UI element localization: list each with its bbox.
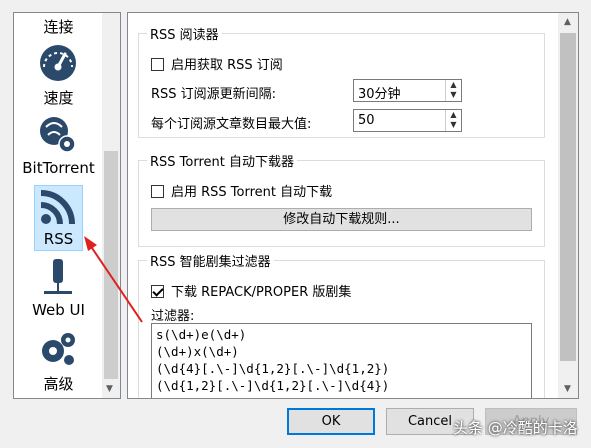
- rss-enable-checkbox-row[interactable]: 启用获取 RSS 订阅: [151, 54, 283, 73]
- smart-filter-group: RSS 智能剧集过滤器 下载 REPACK/PROPER 版剧集 过滤器: s(…: [138, 251, 545, 398]
- spin-down-icon[interactable]: ▼: [446, 120, 461, 130]
- category-list[interactable]: 连接 速度 BitTorrent RSS Web UI 高级 ▼: [13, 12, 121, 399]
- rss-max-articles-spinbox[interactable]: 50 ▲ ▼: [353, 109, 462, 132]
- bittorrent-gears-icon: [40, 117, 76, 153]
- gears-icon: [42, 333, 75, 365]
- ok-button[interactable]: OK: [287, 408, 375, 435]
- rss-interval-spinbox[interactable]: 30分钟 ▲ ▼: [353, 79, 462, 102]
- category-item-bittorrent[interactable]: BitTorrent: [14, 115, 103, 187]
- rss-reader-group: RSS 阅读器 启用获取 RSS 订阅 RSS 订阅源更新间隔: 30分钟 ▲ ▼…: [138, 24, 545, 138]
- rss-torrent-enable-checkbox[interactable]: [151, 185, 164, 198]
- scroll-down-arrow-icon[interactable]: ▼: [106, 384, 113, 394]
- scrollbar-thumb[interactable]: [560, 33, 576, 361]
- rss-max-articles-label: 每个订阅源文章数目最大值:: [151, 117, 312, 132]
- filter-line: (\d{1,2}[.\-]\d{1,2}[.\-]\d{4}): [156, 378, 390, 393]
- filter-line: s(\d+)e(\d+): [156, 327, 247, 342]
- scroll-up-arrow-icon[interactable]: ▲: [564, 17, 571, 27]
- scrollbar-thumb[interactable]: [104, 151, 118, 379]
- edit-download-rules-button[interactable]: 修改自动下载规则...: [151, 208, 532, 231]
- category-label-advanced: 高级: [43, 375, 74, 393]
- rss-torrent-group-title: RSS Torrent 自动下载器: [147, 151, 297, 170]
- speedometer-icon: [40, 45, 76, 81]
- spin-up-icon[interactable]: ▲: [446, 110, 461, 120]
- rss-torrent-enable-row[interactable]: 启用 RSS Torrent 自动下载: [151, 181, 332, 200]
- filter-line: (\d{4}[.\-]\d{1,2}[.\-]\d{1,2}): [156, 361, 390, 376]
- rss-enable-checkbox[interactable]: [151, 58, 164, 71]
- watermark-text: 头条 @冷酷的卡洛: [453, 419, 578, 437]
- category-label-bittorrent: BitTorrent: [22, 159, 95, 177]
- filter-textarea[interactable]: s(\d+)e(\d+) (\d+)x(\d+) (\d{4}[.\-]\d{1,2…: [151, 323, 532, 398]
- rss-max-articles-value: 50: [358, 113, 375, 128]
- settings-panel[interactable]: RSS 阅读器 启用获取 RSS 订阅 RSS 订阅源更新间隔: 30分钟 ▲ ▼…: [127, 12, 579, 399]
- repack-label: 下载 REPACK/PROPER 版剧集: [171, 285, 352, 300]
- smart-filter-group-title: RSS 智能剧集过滤器: [147, 251, 274, 270]
- rss-reader-group-title: RSS 阅读器: [147, 24, 222, 43]
- category-label-connection: 连接: [43, 18, 74, 36]
- filter-line: (\d+)x(\d+): [156, 344, 239, 359]
- category-item-speed[interactable]: 速度: [14, 43, 103, 115]
- category-item-web-ui[interactable]: Web UI: [14, 257, 103, 329]
- filter-label: 过滤器:: [151, 309, 195, 324]
- rss-interval-label: RSS 订阅源更新间隔:: [151, 87, 277, 102]
- category-label-rss: RSS: [43, 230, 74, 248]
- repack-checkbox[interactable]: [151, 285, 164, 298]
- spin-down-icon[interactable]: ▼: [446, 90, 461, 100]
- category-label-speed: 速度: [43, 89, 74, 107]
- rss-torrent-enable-label: 启用 RSS Torrent 自动下载: [171, 185, 333, 200]
- rss-interval-value: 30分钟: [358, 87, 401, 102]
- settings-scrollbar[interactable]: ▲ ▼: [558, 13, 578, 398]
- category-item-connection[interactable]: 连接: [14, 13, 103, 43]
- rss-torrent-group: RSS Torrent 自动下载器 启用 RSS Torrent 自动下载 修改…: [138, 151, 545, 247]
- category-item-advanced[interactable]: 高级: [14, 329, 103, 398]
- scroll-down-arrow-icon[interactable]: ▼: [564, 384, 571, 394]
- web-ui-icon: [44, 259, 72, 294]
- category-item-rss[interactable]: RSS: [14, 185, 103, 257]
- rss-icon: [40, 190, 75, 225]
- rss-enable-label: 启用获取 RSS 订阅: [171, 58, 283, 73]
- spin-up-icon[interactable]: ▲: [446, 80, 461, 90]
- repack-checkbox-row[interactable]: 下载 REPACK/PROPER 版剧集: [151, 281, 351, 300]
- category-label-web-ui: Web UI: [32, 301, 85, 319]
- category-list-scrollbar[interactable]: ▼: [102, 13, 120, 398]
